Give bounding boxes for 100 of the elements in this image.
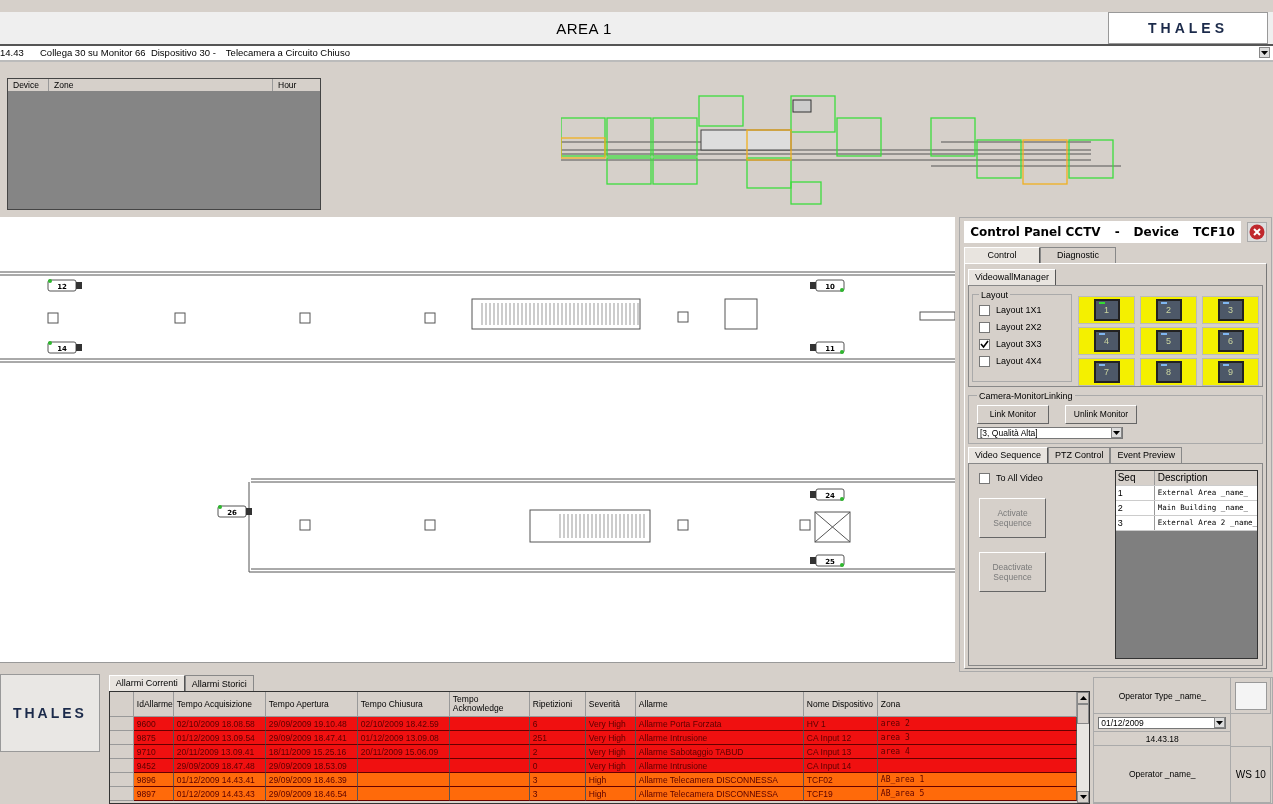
monitor-number: 8 xyxy=(1166,366,1171,377)
monitor-number: 9 xyxy=(1228,366,1233,377)
alarm-row[interactable]: 9452 29/09/2009 18.47.48 29/09/2009 18.53.09 0 Very High Allarme Intrusione CA Input 14 xyxy=(109,759,1078,774)
camera-icon[interactable] xyxy=(810,279,845,292)
checkbox[interactable] xyxy=(979,321,990,333)
pillar-square xyxy=(424,519,436,531)
scroll-down-button[interactable] xyxy=(1077,791,1090,803)
status-device: Telecamera a Circuito Chiuso xyxy=(225,47,351,59)
monitor-tile[interactable]: 1 xyxy=(1078,295,1135,324)
panel-title: Control Panel CCTV xyxy=(970,224,1101,239)
pillar-square xyxy=(677,311,689,323)
operator-type: Operator Type _name_ xyxy=(1094,678,1232,715)
checkbox-label: Layout 1X1 xyxy=(996,305,1042,316)
pillar-square xyxy=(174,312,186,324)
title-separator: - xyxy=(1114,224,1120,239)
monitor-number: 2 xyxy=(1166,304,1171,315)
thales-logo: THALES xyxy=(1108,12,1268,44)
checkbox[interactable] xyxy=(979,472,990,484)
scrollbar[interactable] xyxy=(1077,692,1090,803)
alarm-row[interactable]: 9600 02/10/2009 18.08.58 29/09/2009 19.10.48 02/10/2009 18.42.59 6 Very High Allarme Porta Forzata HV 1 area 2 xyxy=(109,717,1078,732)
camera-icon[interactable] xyxy=(810,488,845,501)
monitor-tile[interactable]: 4 xyxy=(1078,326,1135,355)
thales-logo: THALES xyxy=(0,674,100,753)
tab[interactable]: Video Sequence xyxy=(968,446,1048,463)
crossed-box-drawing xyxy=(814,511,851,543)
monitor-number: 7 xyxy=(1104,366,1109,377)
camera-icon[interactable] xyxy=(217,504,252,518)
row-header xyxy=(109,731,134,746)
alarm-row[interactable]: 9710 20/11/2009 13.09.41 18/11/2009 15.25.16 20/11/2009 15.06.09 2 Very High Allarme Sabotaggio TABUD CA Input 13 area 4 xyxy=(109,745,1078,760)
alarm-row[interactable]: 9896 01/12/2009 14.43.41 29/09/2009 18.46.39 3 High Allarme Telecamera DISCONNESSA TCF02 AB_area 1 xyxy=(109,773,1078,788)
tab[interactable]: VideowallManager xyxy=(968,268,1056,285)
checkbox[interactable] xyxy=(979,355,990,367)
unlink-monitor-button[interactable]: Unlink Monitor xyxy=(1065,404,1137,424)
table-cell: 29/09/2009 18.46.54 xyxy=(265,787,358,802)
workstation-label: WS 10 xyxy=(1231,746,1272,803)
row-header xyxy=(109,759,134,774)
pillar-square xyxy=(47,312,59,324)
operator-name: Operator _name_ xyxy=(1094,746,1232,803)
checkbox-label: Layout 2X2 xyxy=(996,322,1042,333)
column-header: Device xyxy=(8,78,49,91)
table-cell: 1 xyxy=(1115,485,1155,500)
row-header xyxy=(109,745,134,760)
checkbox-label: Layout 4X4 xyxy=(996,356,1042,367)
monitor-tile[interactable]: 3 xyxy=(1202,295,1259,324)
table-cell: High xyxy=(585,787,636,802)
date-dropdown[interactable]: 01/12/2009 xyxy=(1098,716,1227,729)
quality-dropdown[interactable]: [3, Qualità Alta] xyxy=(977,426,1123,439)
table-cell: Allarme Telecamera DISCONNESSA xyxy=(635,787,804,802)
monitor-tile[interactable]: 2 xyxy=(1140,295,1197,324)
clock-time: 14.43.18 xyxy=(1094,732,1232,747)
table-cell: 3 xyxy=(1115,515,1155,530)
device-label: Device xyxy=(1133,224,1179,239)
monitor-tile[interactable]: 8 xyxy=(1140,357,1197,386)
monitor-number: 1 xyxy=(1104,304,1109,315)
group-label: Camera-MonitorLinking xyxy=(978,390,1074,401)
camera-icon[interactable] xyxy=(47,278,82,292)
checkbox-label: To All Video xyxy=(996,473,1043,484)
table-cell: 2 xyxy=(1115,500,1155,515)
blank-button[interactable] xyxy=(1234,681,1267,710)
camera-icon[interactable] xyxy=(47,340,82,354)
monitor-tile[interactable]: 6 xyxy=(1202,326,1259,355)
tab[interactable]: PTZ Control xyxy=(1047,446,1111,463)
column-header: Hour xyxy=(277,78,298,91)
pillar-square xyxy=(299,519,311,531)
table-cell: TCF19 xyxy=(803,787,878,802)
room-square xyxy=(724,298,758,330)
close-icon[interactable] xyxy=(1247,221,1267,242)
table-cell: 9897 xyxy=(133,787,174,802)
column-header: Zone xyxy=(49,78,273,91)
tab[interactable]: Diagnostic xyxy=(1040,246,1116,263)
tab[interactable]: Allarmi Correnti xyxy=(108,675,185,692)
checkbox[interactable] xyxy=(979,304,990,316)
monitor-tile[interactable]: 7 xyxy=(1078,357,1135,386)
pillar-square xyxy=(799,519,811,531)
alarm-row[interactable]: 9875 01/12/2009 13.09.54 29/09/2009 18.47.41 01/12/2009 13.09.08 251 Very High Allarme Intrusione CA Input 12 area 3 xyxy=(109,731,1078,746)
tab[interactable]: Event Preview xyxy=(1110,446,1182,463)
row-header xyxy=(109,773,134,788)
column-header: Description xyxy=(1156,472,1209,484)
table-cell: 01/12/2009 14.43.43 xyxy=(173,787,266,802)
status-time: 14.43 xyxy=(0,47,25,59)
pillar-square xyxy=(299,312,311,324)
scroll-thumb[interactable] xyxy=(1077,704,1090,725)
checkbox-label: Layout 3X3 xyxy=(996,339,1042,350)
alarm-row[interactable]: 9897 01/12/2009 14.43.43 29/09/2009 18.46.54 3 High Allarme Telecamera DISCONNESSA TCF19 AB_area 5 xyxy=(109,787,1078,802)
monitor-number: 3 xyxy=(1228,304,1233,315)
camera-icon[interactable] xyxy=(810,341,845,354)
bench-rect xyxy=(919,311,955,321)
monitor-tile[interactable]: 9 xyxy=(1202,357,1259,386)
camera-icon[interactable] xyxy=(810,554,845,567)
tab[interactable]: Allarmi Storici xyxy=(184,675,254,692)
scroll-up-button[interactable] xyxy=(1077,692,1090,705)
tab[interactable]: Control xyxy=(964,246,1040,263)
area-title: AREA 1 xyxy=(555,19,613,37)
monitor-number: 5 xyxy=(1166,335,1171,346)
checkbox[interactable] xyxy=(979,338,990,350)
table-cell: 3 xyxy=(529,787,586,802)
monitor-tile[interactable]: 5 xyxy=(1140,326,1197,355)
link-monitor-button[interactable]: Link Monitor xyxy=(977,404,1049,424)
monitor-number: 6 xyxy=(1228,335,1233,346)
pillar-square xyxy=(424,312,436,324)
